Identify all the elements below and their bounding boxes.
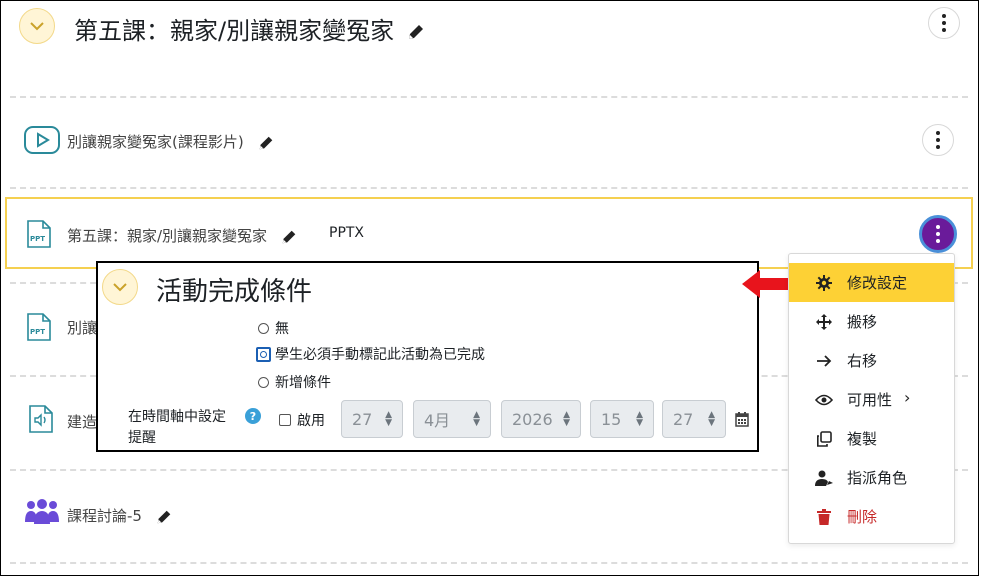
menu-label: 修改設定	[847, 274, 908, 292]
help-icon[interactable]: ?	[245, 408, 261, 424]
timeline-reminder-label: 在時間軸中設定提醒	[128, 409, 226, 446]
activity-name: 第五課：親家/別讓親家變冤家	[67, 227, 268, 245]
section-collapse-button[interactable]	[19, 8, 55, 44]
option-label: 新增條件	[275, 375, 331, 391]
edit-pencil-icon[interactable]	[280, 228, 298, 246]
menu-item-edit-settings[interactable]: 修改設定	[789, 263, 954, 302]
option-label: 學生必須手動標記此活動為已完成	[275, 347, 485, 363]
completion-option-add-condition[interactable]: 新增條件	[258, 372, 331, 392]
menu-item-delete[interactable]: 刪除	[789, 497, 954, 536]
trash-icon	[815, 508, 833, 526]
section-title: 第五課：親家/別讓親家變冤家	[74, 11, 426, 46]
activity-link-pptx[interactable]: 第五課：親家/別讓親家變冤家	[67, 225, 298, 246]
radio-button[interactable]	[258, 322, 269, 334]
completion-option-manual[interactable]: 學生必須手動標記此活動為已完成	[256, 344, 485, 364]
year-value: 2026	[512, 409, 553, 429]
activity-action-menu: 修改設定 搬移 右移 可用性 › 複製 指派角色 刪除	[788, 253, 955, 544]
chevron-down-icon	[30, 22, 44, 31]
hour-value: 15	[601, 409, 622, 429]
day-value: 27	[352, 409, 373, 429]
move-icon	[815, 313, 833, 331]
file-type-badge: PPTX	[329, 225, 365, 241]
section-actions-button[interactable]	[928, 7, 960, 39]
popup-collapse-button[interactable]	[102, 269, 138, 305]
enable-reminder-checkbox[interactable]: 啟用	[279, 410, 325, 430]
edit-pencil-icon[interactable]	[155, 508, 173, 526]
activity-name: 建造	[67, 413, 98, 431]
activity-name: 別讓	[67, 319, 98, 337]
menu-label: 複製	[847, 430, 878, 448]
arrow-right-icon	[815, 352, 833, 370]
select-caret-icon: ▲ ▼	[636, 410, 643, 428]
checkbox[interactable]	[279, 414, 291, 426]
activity-actions-button[interactable]	[922, 124, 954, 156]
edit-pencil-icon[interactable]	[257, 134, 275, 152]
kebab-icon	[942, 14, 946, 32]
menu-label: 指派角色	[847, 469, 908, 487]
menu-item-assign-roles[interactable]: 指派角色	[789, 458, 954, 497]
popup-title: 活動完成條件	[156, 277, 313, 307]
minute-value: 27	[673, 409, 694, 429]
menu-item-move[interactable]: 搬移	[789, 302, 954, 341]
menu-label: 搬移	[847, 313, 878, 331]
audio-file-icon	[28, 404, 54, 438]
svg-text:PPT: PPT	[30, 235, 45, 243]
menu-label: 右移	[847, 352, 878, 370]
chevron-right-icon: ›	[904, 388, 911, 407]
minute-select[interactable]: 27 ▲ ▼	[662, 400, 726, 438]
completion-conditions-popup: 活動完成條件 無 學生必須手動標記此活動為已完成 新增條件 在時間軸中設定提醒 …	[96, 261, 759, 452]
menu-item-availability[interactable]: 可用性 ›	[789, 380, 954, 419]
section-title-text: 第五課：親家/別讓親家變冤家	[74, 17, 395, 45]
menu-item-duplicate[interactable]: 複製	[789, 419, 954, 458]
svg-text:PPT: PPT	[30, 328, 45, 336]
activity-link-ppt-2[interactable]: 別讓	[67, 317, 97, 338]
activity-actions-button-active[interactable]	[919, 215, 957, 253]
month-value: 4月	[424, 411, 451, 430]
select-caret-icon: ▲ ▼	[563, 410, 570, 428]
edit-pencil-icon[interactable]	[406, 22, 426, 42]
month-select[interactable]: 4月 ▲ ▼	[413, 400, 491, 438]
section-divider	[10, 96, 968, 98]
select-caret-icon: ▲ ▼	[473, 410, 480, 428]
red-arrow-icon	[742, 268, 790, 304]
menu-label: 刪除	[847, 508, 878, 526]
option-label: 無	[275, 321, 289, 337]
video-icon	[24, 126, 60, 158]
activity-divider	[10, 187, 968, 189]
kebab-icon	[936, 225, 940, 243]
menu-label: 可用性	[847, 391, 893, 409]
enable-label: 啟用	[297, 413, 325, 429]
year-select[interactable]: 2026 ▲ ▼	[501, 400, 581, 438]
assign-role-icon	[815, 469, 833, 487]
chevron-down-icon	[113, 283, 127, 292]
ppt-file-icon: PPT	[26, 219, 52, 253]
activity-link-video[interactable]: 別讓親家變冤家(課程影片)	[67, 131, 275, 152]
activity-divider	[10, 562, 968, 564]
hour-select[interactable]: 15 ▲ ▼	[590, 400, 654, 438]
select-caret-icon: ▲ ▼	[708, 410, 715, 428]
kebab-icon	[936, 131, 940, 149]
activity-link-audio[interactable]: 建造	[67, 411, 97, 432]
day-select[interactable]: 27 ▲ ▼	[341, 400, 403, 438]
completion-option-none[interactable]: 無	[258, 318, 289, 338]
activity-name: 別讓親家變冤家(課程影片)	[67, 133, 244, 151]
radio-button-selected[interactable]	[256, 346, 271, 362]
calendar-icon[interactable]	[735, 411, 749, 431]
activity-link-forum[interactable]: 課程討論-5	[67, 505, 173, 526]
forum-icon	[23, 498, 61, 530]
eye-icon	[815, 391, 833, 409]
select-caret-icon: ▲ ▼	[385, 410, 392, 428]
radio-button[interactable]	[258, 376, 269, 388]
gear-icon	[815, 274, 833, 292]
activity-name: 課程討論-5	[67, 507, 142, 525]
menu-item-indent-right[interactable]: 右移	[789, 341, 954, 380]
ppt-file-icon: PPT	[26, 312, 52, 346]
duplicate-icon	[815, 430, 833, 448]
